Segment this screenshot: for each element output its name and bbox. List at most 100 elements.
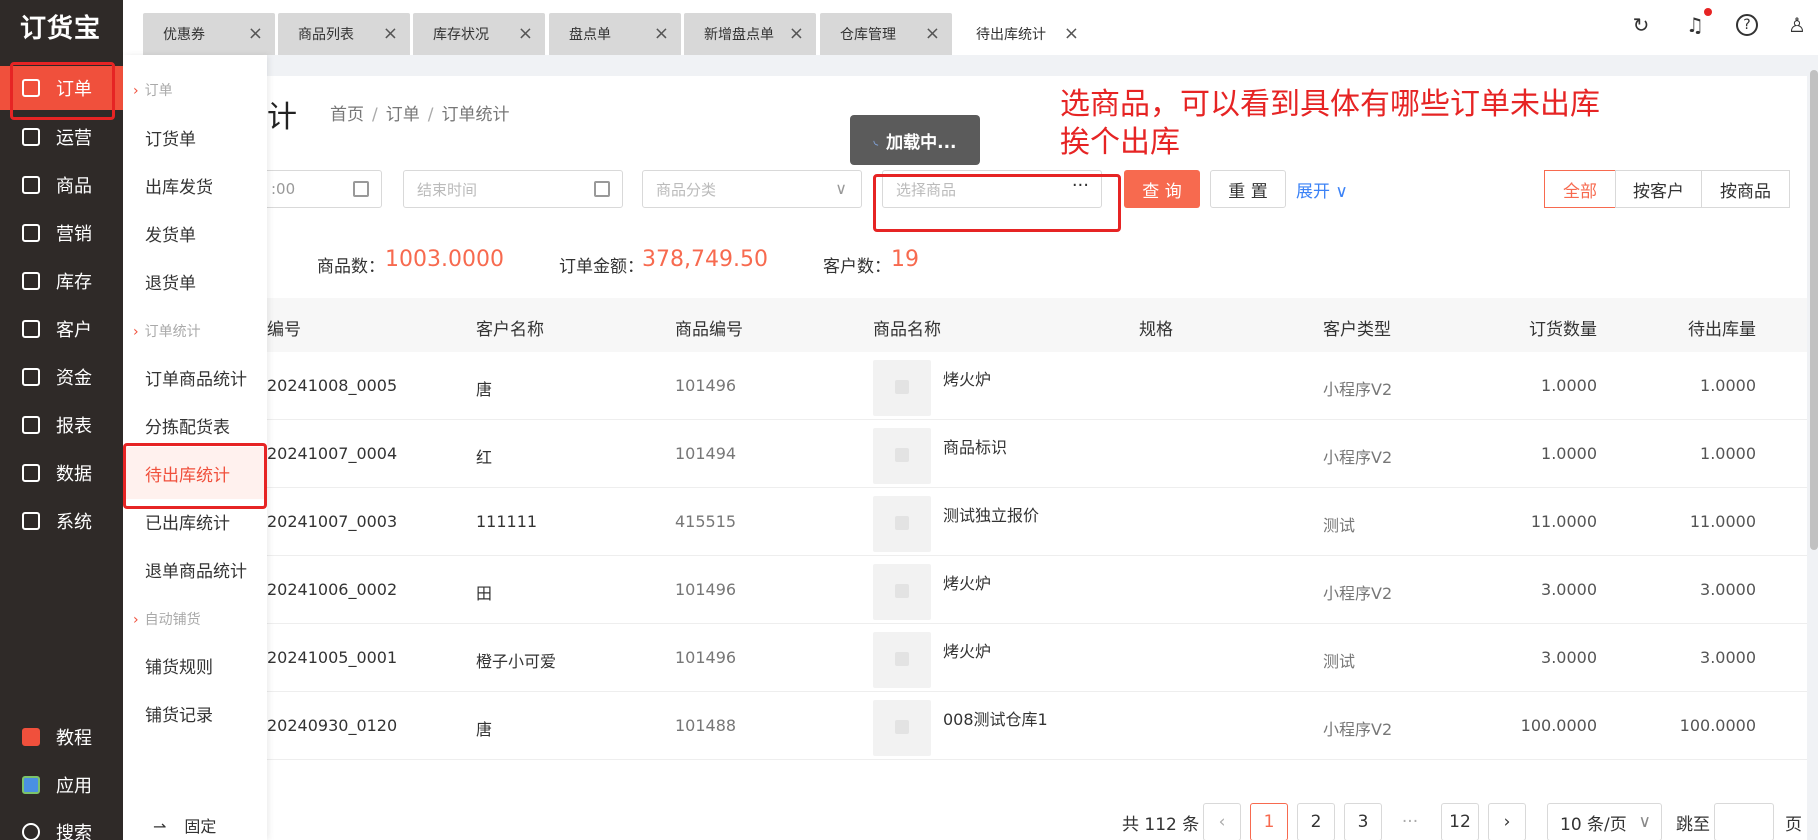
close-icon[interactable]: ×: [248, 23, 263, 44]
tab-coupon[interactable]: 优惠券 ×: [143, 13, 275, 55]
start-time-input[interactable]: :00: [257, 170, 382, 208]
product-count-value: 1003.0000: [385, 247, 504, 272]
customer-count-label: 客户数：: [823, 257, 891, 277]
query-button[interactable]: 查 询: [1124, 170, 1200, 208]
submenu-item-order-product-stats[interactable]: 订单商品统计: [145, 365, 247, 390]
sidebar-item-tutorial[interactable]: 教程: [0, 715, 123, 759]
sidebar-item-search[interactable]: 搜索: [0, 810, 123, 840]
segment-by-customer[interactable]: 按客户: [1615, 170, 1702, 208]
highlight-box-product: [873, 174, 1121, 232]
segment-all[interactable]: 全部: [1544, 170, 1616, 208]
tab-label: 新增盘点单: [704, 27, 774, 43]
expand-link[interactable]: 展开 ∨: [1296, 177, 1348, 202]
main-content: 计 首页 / 订单 / 订单统计 :00 结束时间 商品分类 ∨ 选择商品 ··· 查 …: [257, 76, 1807, 840]
submenu-item-return[interactable]: 退货单: [145, 269, 196, 294]
sidebar-item-customer[interactable]: 客户: [0, 307, 123, 351]
tab-label: 待出库统计: [976, 27, 1046, 43]
tab-pending-outbound[interactable]: 待出库统计 ×: [956, 13, 1091, 55]
close-icon[interactable]: ×: [1064, 23, 1079, 44]
bell-icon[interactable]: ♫: [1684, 14, 1706, 36]
sidebar-item-product[interactable]: 商品: [0, 163, 123, 207]
col-customer-type: 客户类型: [1323, 320, 1391, 340]
close-icon[interactable]: ×: [925, 23, 940, 44]
apps-icon: [22, 776, 40, 794]
page-ellipsis[interactable]: ···: [1391, 803, 1429, 840]
sidebar-item-system[interactable]: 系统: [0, 499, 123, 543]
submenu-item-outbound-ship[interactable]: 出库发货: [145, 173, 213, 198]
refresh-icon[interactable]: ↻: [1630, 14, 1652, 36]
submenu-item-delivery[interactable]: 发货单: [145, 221, 196, 246]
close-icon[interactable]: ×: [383, 23, 398, 44]
table-row[interactable]: 20241007_0003 111111 415515 测试独立报价 测试 11…: [267, 488, 1807, 556]
tab-new-stocktake[interactable]: 新增盘点单 ×: [684, 13, 816, 55]
table-row[interactable]: 20241005_0001 橙子小可爱 101496 烤火炉 测试 3.0000…: [267, 624, 1807, 692]
table-row[interactable]: 20241006_0002 田 101496 烤火炉 小程序V2 3.0000 …: [267, 556, 1807, 624]
pin-menu-button[interactable]: ⇀ 固定: [153, 813, 216, 837]
page-size-select[interactable]: 10 条/页 ∨: [1547, 803, 1662, 840]
cell-order-qty: 3.0000: [1541, 580, 1597, 599]
tab-product-list[interactable]: 商品列表 ×: [278, 13, 410, 55]
start-time-value: :00: [271, 180, 296, 198]
page-button-2[interactable]: 2: [1297, 803, 1335, 840]
submenu-item-picking-table[interactable]: 分拣配货表: [145, 413, 230, 438]
segment-by-product[interactable]: 按商品: [1701, 170, 1790, 208]
reset-button[interactable]: 重 置: [1210, 170, 1286, 208]
sidebar-item-operation[interactable]: 运营: [0, 115, 123, 159]
tutorial-icon: [22, 728, 40, 746]
notification-dot: [1704, 8, 1712, 16]
category-select[interactable]: 商品分类 ∨: [642, 170, 862, 208]
close-icon[interactable]: ×: [789, 23, 804, 44]
scrollbar[interactable]: [1810, 70, 1818, 550]
sidebar-item-data[interactable]: 数据: [0, 451, 123, 495]
tab-stocktake[interactable]: 盘点单 ×: [549, 13, 681, 55]
sidebar-item-label: 教程: [56, 728, 92, 749]
jump-page-input[interactable]: [1714, 803, 1774, 840]
sidebar-item-label: 客户: [56, 320, 92, 341]
breadcrumb-home[interactable]: 首页: [330, 105, 364, 125]
cell-customer-type: 小程序V2: [1323, 584, 1393, 603]
cell-order-no: 20241005_0001: [267, 648, 398, 667]
submenu-item-order-list[interactable]: 订货单: [145, 125, 196, 150]
sidebar-item-marketing[interactable]: 营销: [0, 211, 123, 255]
submenu-item-shipped-stats[interactable]: 已出库统计: [145, 509, 230, 534]
sidebar-item-label: 数据: [56, 464, 92, 485]
next-page-button[interactable]: ›: [1488, 803, 1526, 840]
sidebar-item-inventory[interactable]: 库存: [0, 259, 123, 303]
user-icon[interactable]: ♙: [1786, 14, 1808, 36]
tab-stock-status[interactable]: 库存状况 ×: [413, 13, 545, 55]
cell-order-qty: 3.0000: [1541, 648, 1597, 667]
submenu-item-auto-records[interactable]: 铺货记录: [145, 701, 213, 726]
sidebar-item-finance[interactable]: 资金: [0, 355, 123, 399]
page-button-12[interactable]: 12: [1441, 803, 1479, 840]
page-button-3[interactable]: 3: [1344, 803, 1382, 840]
prev-page-button[interactable]: ‹: [1203, 803, 1241, 840]
cell-product-code: 101496: [675, 376, 737, 395]
end-time-input[interactable]: 结束时间: [403, 170, 623, 208]
tab-label: 商品列表: [298, 27, 354, 43]
table-row[interactable]: 20240930_0120 唐 101488 008测试仓库1 小程序V2 10…: [267, 692, 1807, 760]
report-icon: [22, 416, 40, 434]
finance-icon: [22, 368, 40, 386]
sidebar-item-apps[interactable]: 应用: [0, 763, 123, 807]
cell-pending-qty: 1.0000: [1700, 376, 1756, 395]
col-spec: 规格: [1139, 320, 1173, 340]
table-row[interactable]: 20241008_0005 唐 101496 烤火炉 小程序V2 1.0000 …: [267, 352, 1807, 420]
close-icon[interactable]: ×: [654, 23, 669, 44]
loading-text: 加载中...: [886, 132, 957, 153]
help-icon[interactable]: ?: [1736, 14, 1758, 36]
breadcrumb-order[interactable]: 订单: [386, 105, 420, 125]
annotation-text: 选商品，可以看到具体有哪些订单未出库 挨个出库: [1060, 86, 1600, 162]
sidebar-item-report[interactable]: 报表: [0, 403, 123, 447]
cell-order-no: 20240930_0120: [267, 716, 398, 735]
chevron-down-icon: ∨: [1638, 812, 1651, 832]
loading-toast: ◟ 加载中...: [850, 115, 980, 165]
cell-order-no: 20241007_0004: [267, 444, 398, 463]
table-row[interactable]: 20241007_0004 红 101494 商品标识 小程序V2 1.0000…: [267, 420, 1807, 488]
page-button-1[interactable]: 1: [1250, 803, 1288, 840]
submenu-item-return-stats[interactable]: 退单商品统计: [145, 557, 247, 582]
sidebar-item-label: 库存: [56, 272, 92, 293]
total-count: 共 112 条: [1122, 814, 1200, 835]
tab-warehouse[interactable]: 仓库管理 ×: [820, 13, 952, 55]
close-icon[interactable]: ×: [518, 23, 533, 44]
submenu-item-auto-rules[interactable]: 铺货规则: [145, 653, 213, 678]
